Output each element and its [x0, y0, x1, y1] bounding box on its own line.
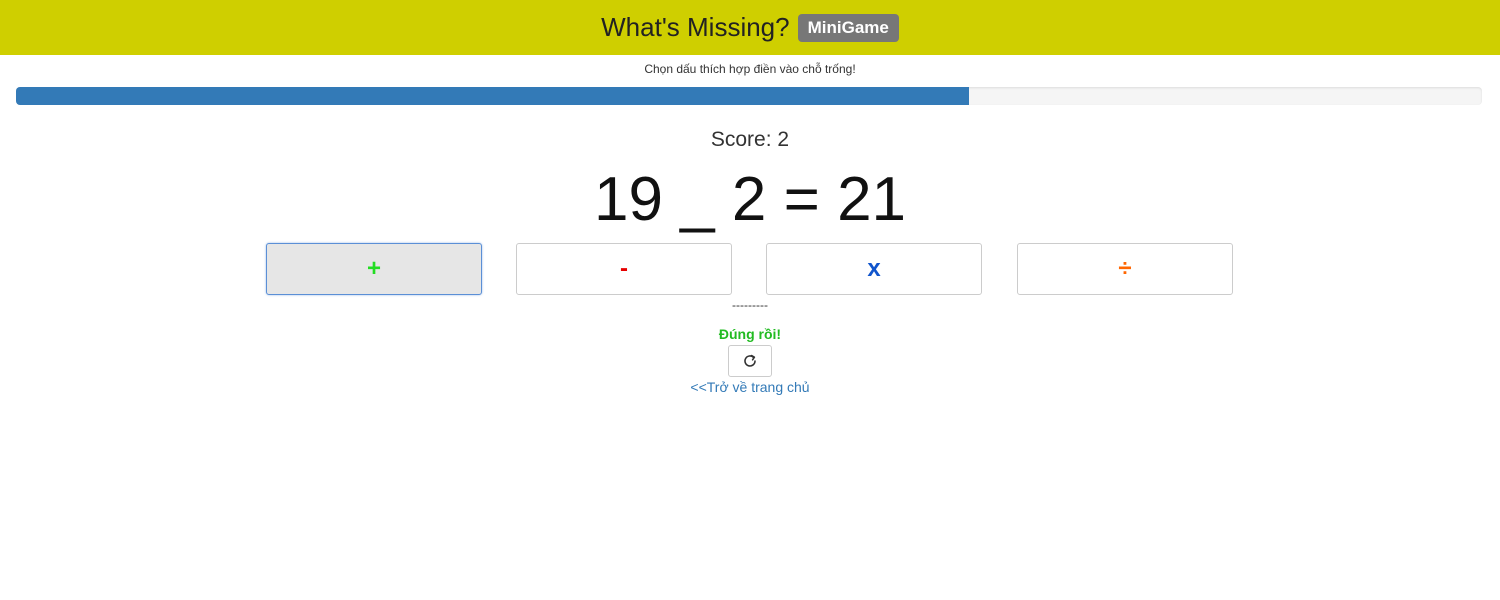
- equation-result: 21: [837, 165, 907, 234]
- equals-sign: =: [783, 165, 820, 234]
- answer-buttons: + - x ÷: [266, 243, 1234, 296]
- divide-button[interactable]: ÷: [1017, 243, 1233, 295]
- multiply-button[interactable]: x: [766, 243, 982, 295]
- score-display: Score: 2: [0, 128, 1500, 152]
- left-operand: 19: [593, 165, 663, 234]
- plus-button[interactable]: +: [266, 243, 482, 295]
- blank-slot: _: [680, 165, 715, 234]
- refresh-icon: [744, 354, 756, 367]
- reset-button[interactable]: [728, 345, 772, 377]
- game-title: What's Missing?: [601, 12, 790, 42]
- home-link[interactable]: <<Trở về trang chủ: [690, 379, 809, 395]
- right-operand: 2: [731, 165, 767, 234]
- instruction-text: Chọn dấu thích hợp điền vào chỗ trống!: [644, 62, 856, 76]
- progress-fill: [16, 87, 969, 105]
- result-message: Đúng rồi!: [718, 326, 782, 342]
- home-link-container: <<Trở về trang chủ: [0, 379, 1500, 395]
- separator-line: ---------: [732, 298, 768, 312]
- minigame-badge: MiniGame: [797, 13, 899, 42]
- score-label: Score:: [710, 128, 772, 151]
- minus-button[interactable]: -: [516, 243, 732, 295]
- score-value: 2: [777, 128, 790, 151]
- equation: 19 _ 2 = 21: [0, 164, 1500, 236]
- header-bar: What's Missing? MiniGame: [0, 0, 1500, 55]
- progress-bar: [16, 87, 1482, 105]
